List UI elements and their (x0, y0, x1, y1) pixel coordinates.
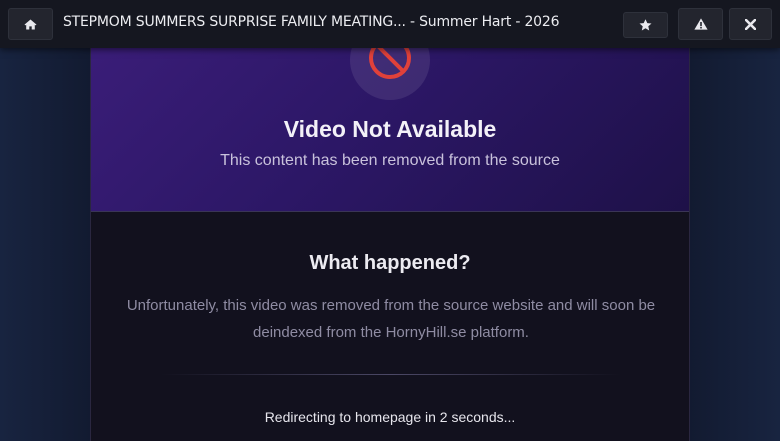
favorite-button[interactable] (623, 12, 668, 38)
unavailable-banner: Video Not Available This content has bee… (91, 48, 689, 212)
what-happened-heading: What happened? (309, 252, 471, 274)
close-icon (745, 18, 756, 30)
explanation-text: Unfortunately, this video was removed fr… (111, 292, 671, 346)
explanation-line-1: Unfortunately, this video was removed fr… (126, 297, 656, 314)
divider (161, 374, 621, 375)
unavailable-title: Video Not Available (283, 116, 497, 142)
top-bar: STEPMOM SUMMERS SURPRISE FAMILY MEATING.… (0, 0, 780, 48)
star-icon (639, 19, 652, 31)
page-title: STEPMOM SUMMERS SURPRISE FAMILY MEATING.… (63, 14, 560, 30)
warning-icon (693, 18, 708, 30)
unavailable-subtitle: This content has been removed from the s… (220, 152, 560, 169)
home-icon (24, 19, 37, 30)
close-button[interactable] (729, 8, 772, 40)
report-button[interactable] (678, 8, 723, 40)
redirect-message: Redirecting to homepage in 2 seconds... (264, 409, 516, 425)
ban-icon-badge (350, 48, 430, 100)
home-button[interactable] (8, 8, 53, 40)
explanation-line-2: deindexed from the HornyHill.se platform… (253, 324, 529, 341)
ban-icon (367, 48, 413, 86)
unavailable-card: Video Not Available This content has bee… (90, 48, 690, 441)
